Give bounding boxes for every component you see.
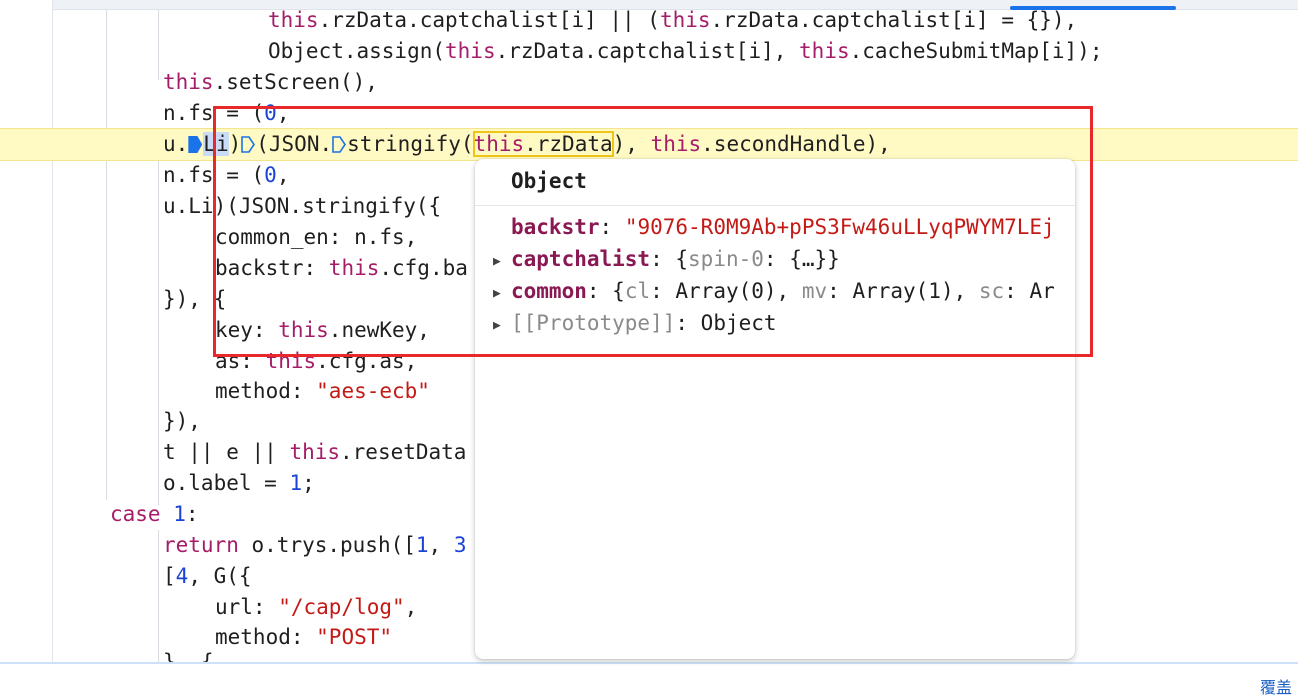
property-row-backstr[interactable]: backstr: "9076-R0M9Ab+pPS3Fw46uLLyqPWYM7… [493, 212, 1055, 243]
object-preview-popover[interactable]: Object backstr: "9076-R0M9Ab+pPS3Fw46uLL… [475, 159, 1075, 659]
code-line: o.label = 1; [163, 471, 315, 495]
code-line: backstr: this.cfg.ba [215, 256, 468, 280]
code-line: n.fs = (0, [163, 101, 290, 125]
code-line-current: u. Li) (JSON. stringify(this.rzData), this.… [163, 131, 891, 157]
code-line: as: this.cfg.as, [215, 349, 418, 373]
inline-breakpoint-marker[interactable] [332, 136, 347, 153]
code-line: u.Li)(JSON.stringify({ [163, 194, 442, 218]
code-line: Object.assign(this.rzData.captchalist[i]… [268, 39, 1103, 63]
popover-title: Object [511, 169, 587, 193]
code-line: t || e || this.resetData [163, 440, 467, 464]
code-line: n.fs = (0, [163, 163, 290, 187]
expand-triangle-icon[interactable]: ▶ [493, 310, 511, 341]
code-line: case 1: [110, 502, 199, 526]
status-bar [0, 662, 1298, 696]
line-number-gutter[interactable] [0, 0, 53, 662]
code-line: url: "/cap/log", [215, 595, 418, 619]
code-line: key: this.newKey, [215, 318, 430, 342]
hovered-expression[interactable]: this.rzData [472, 131, 614, 157]
code-line: this.rzData.captchalist[i] || (this.rzDa… [268, 8, 1078, 32]
indent-guide [158, 530, 159, 665]
expand-triangle-icon[interactable]: ▶ [493, 278, 511, 309]
property-row-captchalist[interactable]: ▶ captchalist: {spin-0: {…}} [493, 244, 840, 275]
code-line: }), [163, 409, 201, 433]
indent-guide [158, 160, 159, 505]
code-line: }), { [163, 287, 227, 311]
popover-divider [475, 205, 1075, 206]
property-row-prototype[interactable]: ▶ [[Prototype]]: Object [493, 308, 777, 339]
code-line: [4, G({ [163, 564, 252, 588]
code-line: common_en: n.fs, [215, 225, 418, 249]
code-line: return o.trys.push([1, 3 [163, 533, 467, 557]
property-row-common[interactable]: ▶ common: {cl: Array(0), mv: Array(1), sc… [493, 276, 1055, 307]
code-line: method: "aes-ecb" [215, 379, 430, 403]
selected-token[interactable]: Li [203, 132, 229, 156]
inline-breakpoint-marker-active[interactable] [188, 136, 203, 153]
inline-breakpoint-marker[interactable] [241, 136, 256, 153]
code-line: method: "POST" [215, 625, 393, 649]
code-line: }, { [163, 652, 214, 662]
coverage-label[interactable]: 覆盖 [1260, 674, 1292, 698]
expand-triangle-icon[interactable]: ▶ [493, 246, 511, 277]
indent-guide [106, 10, 107, 500]
indent-guide [158, 10, 159, 80]
code-line: this.setScreen(), [163, 70, 378, 94]
